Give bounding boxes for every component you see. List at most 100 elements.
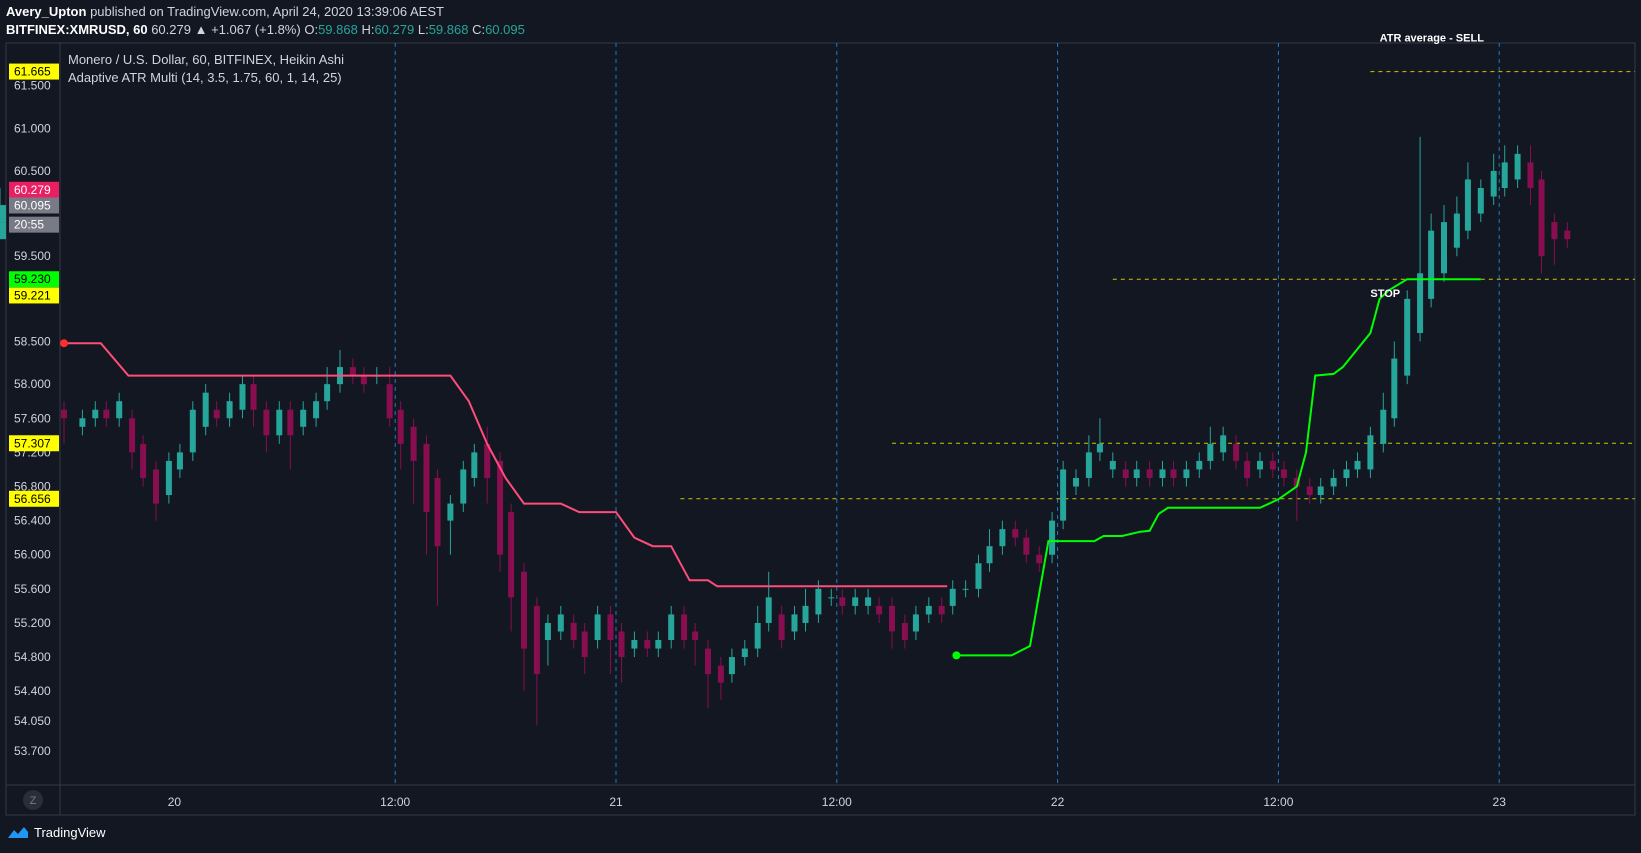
candle-body[interactable] (1122, 469, 1129, 478)
price-chart[interactable]: ATR average - SELL STOP 61.500 61.000 60.50… (0, 0, 1641, 853)
candle-body[interactable] (999, 529, 1006, 547)
candle-body[interactable] (949, 588, 956, 606)
candle-body[interactable] (717, 665, 724, 683)
candle-body[interactable] (213, 409, 220, 419)
candle-body[interactable] (434, 477, 441, 547)
candle-body[interactable] (1269, 460, 1276, 470)
candle-body[interactable] (165, 460, 172, 496)
candle-body[interactable] (570, 622, 577, 641)
candle-body[interactable] (313, 401, 320, 419)
candle-body[interactable] (1317, 486, 1324, 496)
candle-body[interactable] (1159, 469, 1166, 478)
candle-body[interactable] (1501, 162, 1508, 188)
candle-body[interactable] (594, 614, 601, 641)
candle-body[interactable] (1133, 469, 1140, 478)
candle-body[interactable] (1244, 460, 1251, 478)
candle-body[interactable] (1146, 469, 1153, 478)
candle-body[interactable] (1306, 486, 1313, 496)
candle-body[interactable] (103, 409, 110, 419)
candle-body[interactable] (1391, 358, 1398, 419)
candle-body[interactable] (1551, 222, 1558, 240)
candle-body[interactable] (1060, 469, 1067, 521)
candle-body[interactable] (153, 469, 159, 504)
candle-body[interactable] (471, 452, 478, 478)
candle-body[interactable] (1023, 537, 1030, 555)
candle-body[interactable] (681, 614, 688, 641)
candle-body[interactable] (276, 409, 283, 436)
candle-body[interactable] (287, 409, 294, 436)
candle-body[interactable] (938, 605, 945, 615)
candle-body[interactable] (728, 657, 735, 675)
candle-body[interactable] (497, 460, 504, 555)
candle-body[interactable] (1343, 469, 1350, 478)
candle-body[interactable] (1490, 170, 1497, 197)
candle-body[interactable] (865, 597, 872, 606)
candle-body[interactable] (668, 614, 675, 641)
candle-body[interactable] (1036, 554, 1043, 564)
candle-body[interactable] (0, 205, 6, 223)
candle-body[interactable] (828, 597, 835, 599)
candle-body[interactable] (876, 605, 883, 615)
candle-body[interactable] (189, 409, 196, 453)
candle-body[interactable] (692, 631, 699, 641)
candle-body[interactable] (1196, 460, 1203, 470)
candle-body[interactable] (889, 605, 895, 632)
candle-body[interactable] (631, 640, 638, 649)
candle-body[interactable] (1096, 443, 1103, 453)
candle-body[interactable] (176, 452, 183, 470)
candle-body[interactable] (423, 443, 430, 513)
candle-body[interactable] (140, 443, 147, 478)
candle-body[interactable] (533, 605, 540, 675)
candle-body[interactable] (1514, 153, 1521, 180)
candle-body[interactable] (581, 631, 588, 658)
candle-body[interactable] (741, 648, 748, 658)
candle-body[interactable] (521, 571, 527, 649)
candle-body[interactable] (754, 622, 761, 649)
candle-body[interactable] (1085, 452, 1092, 478)
candle-body[interactable] (61, 409, 67, 419)
candle-body[interactable] (1233, 443, 1240, 461)
candle-body[interactable] (618, 631, 625, 658)
candle-body[interactable] (986, 546, 993, 564)
candle-body[interactable] (1417, 273, 1424, 333)
candle-body[interactable] (815, 588, 822, 615)
candle-body[interactable] (1012, 529, 1019, 538)
candle-body[interactable] (1280, 469, 1287, 478)
indicator-label[interactable]: Adaptive ATR Multi (14, 3.5, 1.75, 60, 1… (68, 70, 342, 85)
candle-body[interactable] (1464, 179, 1471, 231)
candle-body[interactable] (1170, 469, 1177, 478)
candle-body[interactable] (705, 648, 711, 675)
candle-body[interactable] (1207, 443, 1214, 461)
candle-body[interactable] (239, 384, 246, 410)
candle-body[interactable] (1354, 460, 1361, 470)
candle-body[interactable] (324, 384, 331, 402)
candle-body[interactable] (1404, 298, 1411, 376)
candle-body[interactable] (1428, 230, 1435, 299)
candle-body[interactable] (912, 614, 919, 632)
candle-body[interactable] (349, 367, 356, 376)
candle-body[interactable] (386, 384, 393, 419)
candle-body[interactable] (202, 392, 209, 427)
candle-body[interactable] (250, 384, 257, 410)
candle-body[interactable] (839, 597, 846, 606)
candle-body[interactable] (129, 418, 136, 453)
candle-body[interactable] (607, 614, 614, 641)
candle-body[interactable] (1453, 213, 1460, 248)
candle-body[interactable] (765, 597, 772, 623)
candle-body[interactable] (778, 614, 785, 641)
candle-body[interactable] (1477, 187, 1484, 214)
candle-body[interactable] (1527, 162, 1534, 188)
candle-body[interactable] (0, 222, 6, 240)
candle-body[interactable] (1380, 409, 1387, 444)
candle-body[interactable] (901, 622, 908, 641)
candle-body[interactable] (1073, 477, 1079, 487)
candle-body[interactable] (852, 597, 859, 606)
candle-body[interactable] (1049, 520, 1056, 555)
candle-body[interactable] (802, 605, 809, 623)
candle-body[interactable] (92, 409, 99, 419)
candle-body[interactable] (397, 409, 404, 444)
candle-body[interactable] (460, 469, 467, 504)
candle-body[interactable] (1564, 230, 1571, 240)
candle-body[interactable] (226, 401, 233, 419)
candle-body[interactable] (508, 512, 515, 598)
